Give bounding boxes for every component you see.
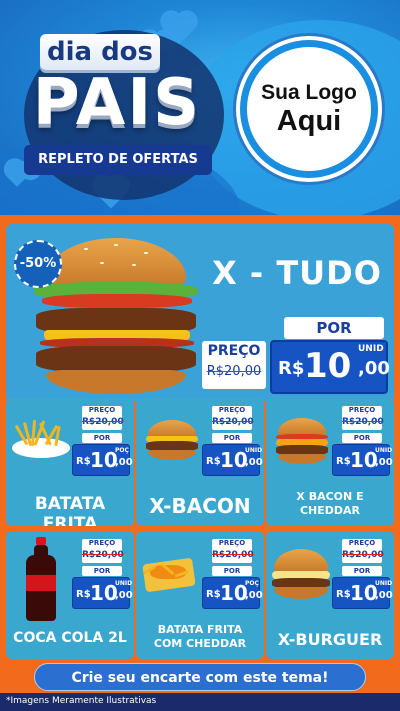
por-label: POR [82, 566, 122, 576]
unit-label: POÇ [245, 580, 259, 587]
old-price: R$20,00 [82, 417, 124, 427]
footer: *Imagens Meramente Ilustrativas [0, 693, 400, 711]
por-label: POR [342, 433, 382, 443]
product-name: COCA COLA 2L [13, 630, 127, 646]
product-card-x-burguer[interactable]: PREÇO R$20,00 POR R$ 10 UNID ,00 X-BURGU… [266, 531, 394, 659]
old-price-tag: PREÇO R$20,00 [342, 406, 384, 430]
logo-line1: Sua Logo [261, 80, 357, 104]
burger-image [272, 418, 332, 468]
logo-placeholder[interactable]: Sua Logo Aqui [240, 40, 378, 178]
new-price-tag: R$ 10 UNID ,00 [332, 444, 393, 476]
preco-label: PREÇO [348, 539, 376, 547]
unit-label: UNID [375, 447, 393, 454]
por-label: POR [82, 433, 122, 443]
price-decimal: ,00 [358, 358, 390, 379]
product-card-batata-cheddar[interactable]: PREÇO R$20,00 POR R$ 10 POÇ ,00 BATATA F… [136, 531, 264, 659]
old-price: R$20,00 [82, 550, 124, 560]
price-integer: 10 [90, 448, 118, 472]
currency: R$ [206, 589, 221, 600]
old-price: R$20,00 [212, 417, 254, 427]
new-price-tag: R$ 10 UNID ,00 [332, 577, 393, 609]
price-decimal: ,00 [375, 457, 393, 468]
price-decimal: ,00 [245, 457, 263, 468]
old-price-tag: PREÇO R$20,00 [212, 406, 254, 430]
old-price: R$20,00 [342, 417, 384, 427]
preco-label: PREÇO [88, 406, 116, 414]
new-price-tag: R$ 10 UNID ,00 [202, 444, 263, 476]
price-decimal: ,00 [375, 590, 393, 601]
currency: R$ [336, 456, 351, 467]
product-name: X-BURGUER [277, 630, 383, 649]
burger-image [142, 420, 202, 466]
price-decimal: ,00 [115, 590, 133, 601]
preco-label: PREÇO [218, 539, 246, 547]
product-card-batata-frita[interactable]: PREÇO R$20,00 POR R$ 10 POÇ ,00 BATATA F… [6, 398, 134, 526]
plate-image [12, 438, 70, 458]
product-name: BATATA FRITA [34, 494, 106, 526]
price-decimal: ,00 [115, 457, 133, 468]
price-integer: 10 [220, 581, 248, 605]
product-card-x-bacon-cheddar[interactable]: PREÇO R$20,00 POR R$ 10 UNID ,00 X BACON… [266, 398, 394, 526]
old-price-tag: PREÇO R$20,00 [202, 341, 266, 389]
preco-label: PREÇO [218, 406, 246, 414]
new-price-tag: R$ 10 UNID ,00 [72, 577, 133, 609]
featured-product-name: X - TUDO [212, 254, 382, 292]
price-integer: 10 [220, 448, 248, 472]
new-price-tag: R$ 10 POÇ ,00 [72, 444, 133, 476]
por-label: POR [342, 566, 382, 576]
preco-label: PREÇO [207, 343, 261, 359]
discount-badge: -50% [14, 240, 62, 288]
unit-label: UNID [115, 580, 133, 587]
title-line1: dia dos [40, 34, 160, 70]
currency: R$ [278, 358, 305, 379]
currency: R$ [206, 456, 221, 467]
product-name: X-BACON [149, 494, 251, 518]
old-price-tag: PREÇO R$20,00 [82, 406, 124, 430]
subtitle-banner: REPLETO DE OFERTAS [24, 145, 212, 175]
product-card-coca-cola[interactable]: PREÇO R$20,00 POR R$ 10 UNID ,00 COCA CO… [6, 531, 134, 659]
product-card-x-bacon[interactable]: PREÇO R$20,00 POR R$ 10 UNID ,00 X-BACON [136, 398, 264, 526]
preco-label: PREÇO [348, 406, 376, 414]
unit-label: POÇ [115, 447, 129, 454]
title-line2: PAIS [32, 66, 202, 140]
unit-label: UNID [245, 447, 263, 454]
currency: R$ [336, 589, 351, 600]
price-integer: 10 [350, 448, 378, 472]
old-price-tag: PREÇO R$20,00 [82, 539, 124, 563]
por-label: POR [212, 433, 252, 443]
currency: R$ [76, 456, 91, 467]
price-integer: 10 [350, 581, 378, 605]
por-label: POR [212, 566, 252, 576]
header-banner: dia dos PAIS REPLETO DE OFERTAS Sua Logo… [0, 0, 400, 215]
unit-label: UNID [375, 580, 393, 587]
product-name: X BACON E CHEDDAR [296, 490, 364, 517]
old-price: R$20,00 [342, 550, 384, 560]
logo-line2: Aqui [276, 104, 342, 137]
unit-label: UNID [358, 344, 384, 354]
new-price-tag: R$ 10 UNID ,00 [270, 340, 390, 394]
offers-panel: -50% X - TUDO POR PREÇO R$20,00 R$ 10 UN… [0, 215, 400, 693]
old-price: R$20,00 [206, 364, 262, 379]
old-price-tag: PREÇO R$20,00 [342, 539, 384, 563]
cta-button[interactable]: Crie seu encarte com este tema! [34, 663, 366, 691]
por-label: POR [284, 317, 384, 339]
burger-image [270, 549, 332, 607]
old-price-tag: PREÇO R$20,00 [212, 539, 254, 563]
price-decimal: ,00 [245, 590, 263, 601]
preco-label: PREÇO [88, 539, 116, 547]
price-integer: 10 [304, 346, 352, 386]
product-name: BATATA FRITA COM CHEDDAR [153, 623, 247, 650]
price-integer: 10 [90, 581, 118, 605]
currency: R$ [76, 589, 91, 600]
disclaimer-text: *Imagens Meramente Ilustrativas [6, 696, 157, 706]
new-price-tag: R$ 10 POÇ ,00 [202, 577, 263, 609]
featured-product-card[interactable]: -50% X - TUDO POR PREÇO R$20,00 R$ 10 UN… [6, 224, 394, 402]
old-price: R$20,00 [212, 550, 254, 560]
